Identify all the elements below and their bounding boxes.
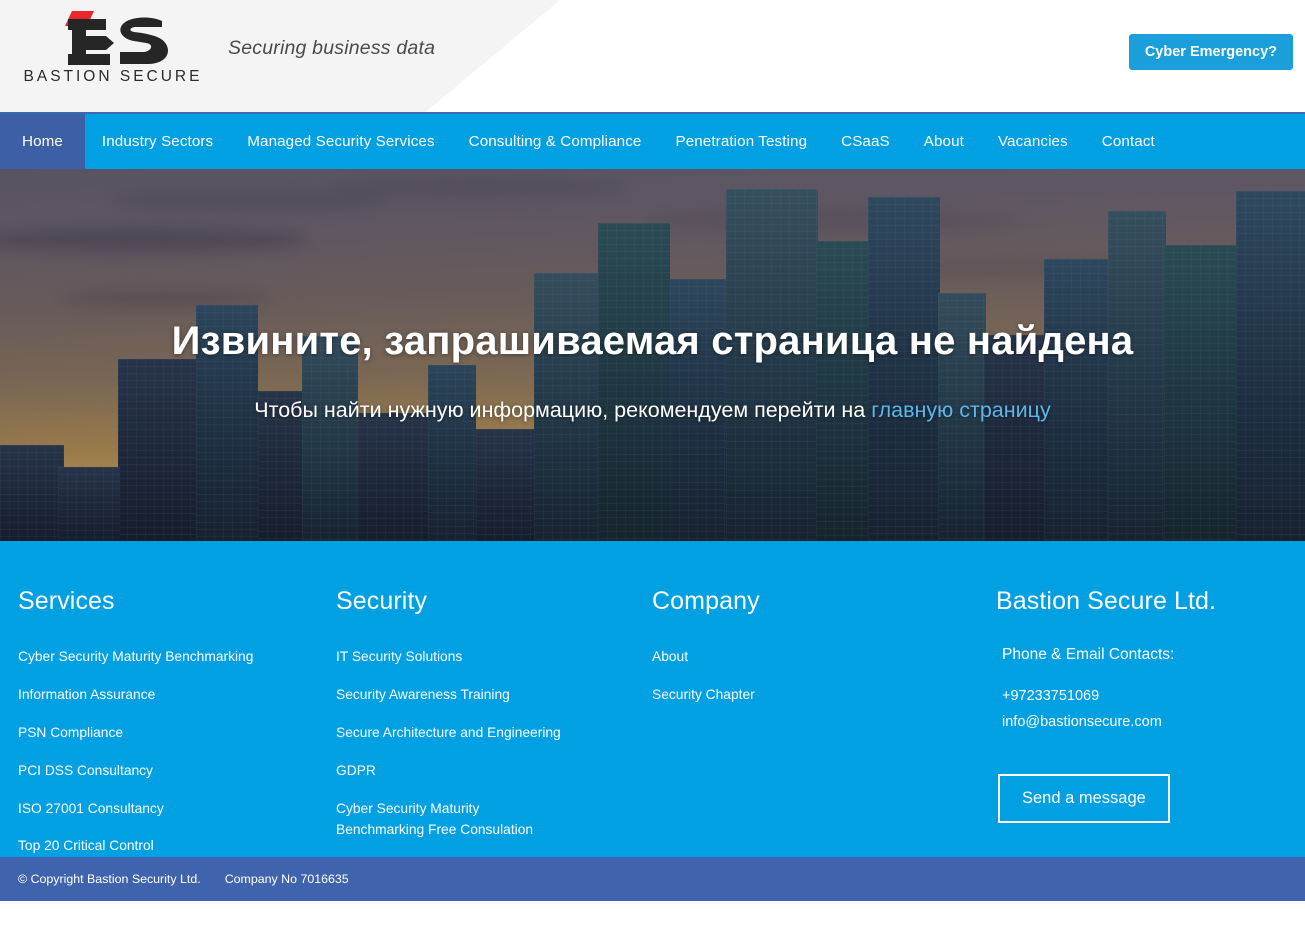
nav-item-managed-security-services[interactable]: Managed Security Services bbox=[230, 114, 451, 169]
footer-link-pci-dss-consultancy[interactable]: PCI DSS Consultancy bbox=[18, 760, 318, 781]
footer-column-company: Company About Security Chapter bbox=[652, 587, 952, 722]
cyber-emergency-button[interactable]: Cyber Emergency? bbox=[1128, 34, 1293, 70]
copyright-text: © Copyright Bastion Security Ltd. bbox=[18, 872, 201, 886]
nav-item-consulting-compliance[interactable]: Consulting & Compliance bbox=[452, 114, 659, 169]
footer-link-information-assurance[interactable]: Information Assurance bbox=[18, 684, 318, 705]
footer-link-secure-architecture-engineering[interactable]: Secure Architecture and Engineering bbox=[336, 722, 636, 743]
company-number: Company No 7016635 bbox=[224, 872, 349, 886]
page-title: Извините, запрашиваемая страница не найд… bbox=[171, 319, 1134, 363]
contact-phone[interactable]: +97233751069 bbox=[996, 688, 1296, 704]
nav-item-about[interactable]: About bbox=[907, 114, 981, 169]
footer-link-iso-27001-consultancy[interactable]: ISO 27001 Consultancy bbox=[18, 798, 318, 819]
footer-link-psn-compliance[interactable]: PSN Compliance bbox=[18, 722, 318, 743]
site-header: BASTION SECURE Securing business data Cy… bbox=[0, 0, 1305, 112]
footer-link-about[interactable]: About bbox=[652, 646, 952, 667]
nav-item-home[interactable]: Home bbox=[0, 114, 85, 169]
main-navigation: Home Industry Sectors Managed Security S… bbox=[0, 112, 1305, 169]
site-footer: Services Cyber Security Maturity Benchma… bbox=[0, 541, 1305, 901]
contact-email[interactable]: info@bastionsecure.com bbox=[996, 714, 1296, 730]
copyright-bar: © Copyright Bastion Security Ltd. Compan… bbox=[0, 857, 1305, 901]
contact-label: Phone & Email Contacts: bbox=[1002, 646, 1175, 663]
footer-link-cyber-security-maturity-free-consulation[interactable]: Cyber Security Maturity Benchmarking Fre… bbox=[336, 798, 551, 841]
bs-monogram-icon bbox=[18, 8, 208, 70]
hero-subtitle-text: Чтобы найти нужную информацию, рекоменду… bbox=[254, 398, 872, 422]
nav-item-industry-sectors[interactable]: Industry Sectors bbox=[85, 114, 230, 169]
hero-404-banner: Извините, запрашиваемая страница не найд… bbox=[0, 169, 1305, 541]
nav-item-vacancies[interactable]: Vacancies bbox=[981, 114, 1085, 169]
hero-subtitle: Чтобы найти нужную информацию, рекоменду… bbox=[40, 398, 1265, 423]
footer-heading-security: Security bbox=[336, 587, 428, 615]
footer-link-security-awareness-training[interactable]: Security Awareness Training bbox=[336, 684, 636, 705]
footer-column-contact: Bastion Secure Ltd. Phone & Email Contac… bbox=[996, 587, 1296, 823]
footer-link-top-20-critical-control[interactable]: Top 20 Critical Control bbox=[18, 835, 318, 856]
site-tagline: Securing business data bbox=[228, 37, 436, 59]
home-page-link[interactable]: главную страницу bbox=[871, 398, 1050, 422]
footer-link-it-security-solutions[interactable]: IT Security Solutions bbox=[336, 646, 636, 667]
footer-link-cyber-security-maturity-benchmarking[interactable]: Cyber Security Maturity Benchmarking bbox=[18, 646, 318, 667]
nav-item-penetration-testing[interactable]: Penetration Testing bbox=[658, 114, 824, 169]
nav-item-csaas[interactable]: CSaaS bbox=[824, 114, 907, 169]
logo-wordmark: BASTION SECURE bbox=[23, 68, 203, 85]
footer-heading-company: Company bbox=[652, 587, 760, 615]
footer-link-security-chapter[interactable]: Security Chapter bbox=[652, 684, 952, 705]
footer-column-security: Security IT Security Solutions Security … bbox=[336, 587, 636, 857]
footer-heading-services: Services bbox=[18, 587, 115, 615]
site-logo[interactable]: BASTION SECURE bbox=[18, 8, 208, 86]
footer-heading-company-name: Bastion Secure Ltd. bbox=[996, 587, 1217, 615]
footer-link-gdpr[interactable]: GDPR bbox=[336, 760, 636, 781]
nav-item-contact[interactable]: Contact bbox=[1085, 114, 1172, 169]
send-a-message-button[interactable]: Send a message bbox=[998, 774, 1170, 823]
